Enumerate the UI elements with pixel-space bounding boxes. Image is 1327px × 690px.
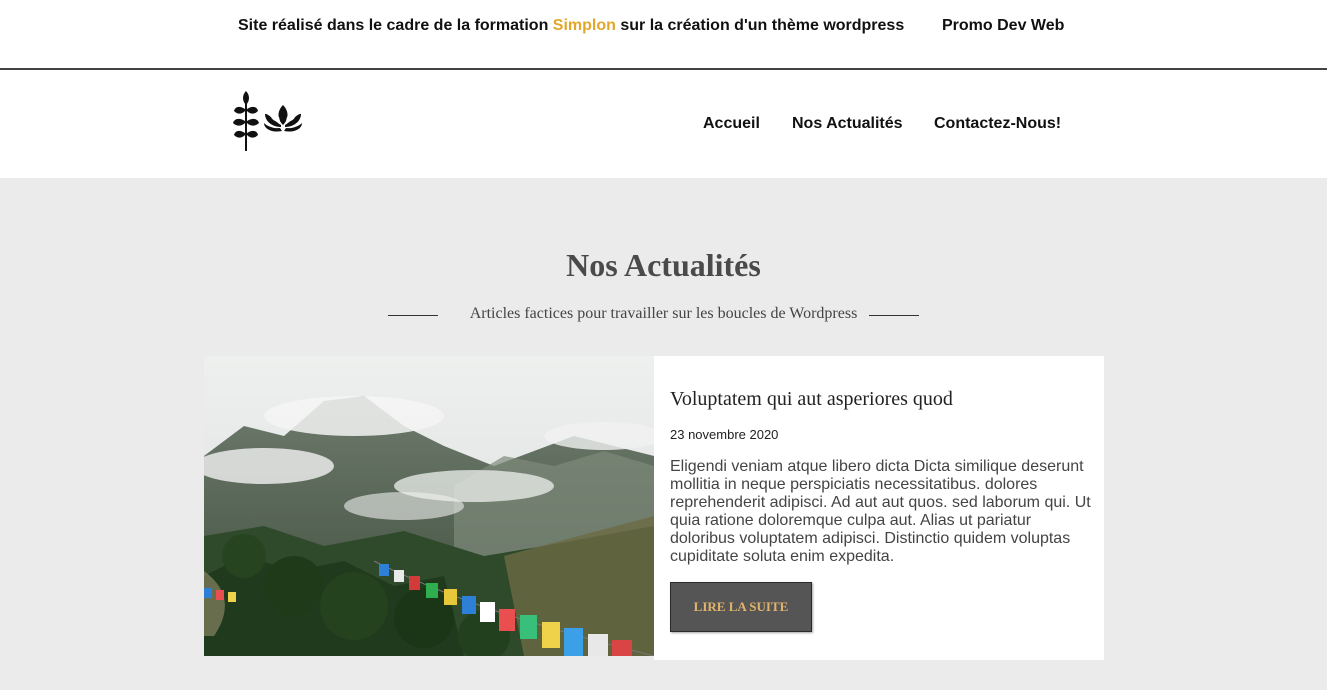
banner-text-before: Site réalisé dans le cadre de la formati… — [238, 17, 553, 34]
article-image[interactable] — [204, 356, 654, 656]
article-title[interactable]: Voluptatem qui aut asperiores quod — [670, 388, 953, 411]
article-date: 23 novembre 2020 — [670, 427, 779, 442]
article-body: Voluptatem qui aut asperiores quod 23 no… — [654, 356, 1104, 660]
simplon-link[interactable]: Simplon — [553, 17, 616, 34]
article-excerpt: Eligendi veniam atque libero dicta Dicta… — [670, 458, 1091, 565]
read-more-button[interactable]: LIRE LA SUITE — [670, 582, 812, 632]
article-card: Voluptatem qui aut asperiores quod 23 no… — [204, 356, 1104, 660]
subtitle-row: Articles factices pour travailler sur le… — [0, 305, 1327, 323]
leaf-lotus-logo-icon[interactable] — [230, 87, 304, 153]
nav-accueil[interactable]: Accueil — [703, 115, 760, 133]
banner-text-after: sur la création d'un thème wordpress — [615, 17, 905, 34]
mountain-landscape-image — [204, 356, 654, 656]
nav-actualites[interactable]: Nos Actualités — [792, 115, 903, 133]
banner-text: Site réalisé dans le cadre de la formati… — [238, 17, 904, 35]
subtitle-divider-right — [869, 315, 919, 316]
site-header: Accueil Nos Actualités Contactez-Nous! — [0, 70, 1327, 178]
page-title: Nos Actualités — [566, 247, 761, 283]
nav-contact[interactable]: Contactez-Nous! — [934, 115, 1061, 133]
page-subtitle: Articles factices pour travailler sur le… — [469, 305, 858, 322]
top-banner: Site réalisé dans le cadre de la formati… — [0, 0, 1327, 70]
subtitle-divider-left — [388, 315, 438, 316]
promo-label: Promo Dev Web — [942, 17, 1065, 34]
